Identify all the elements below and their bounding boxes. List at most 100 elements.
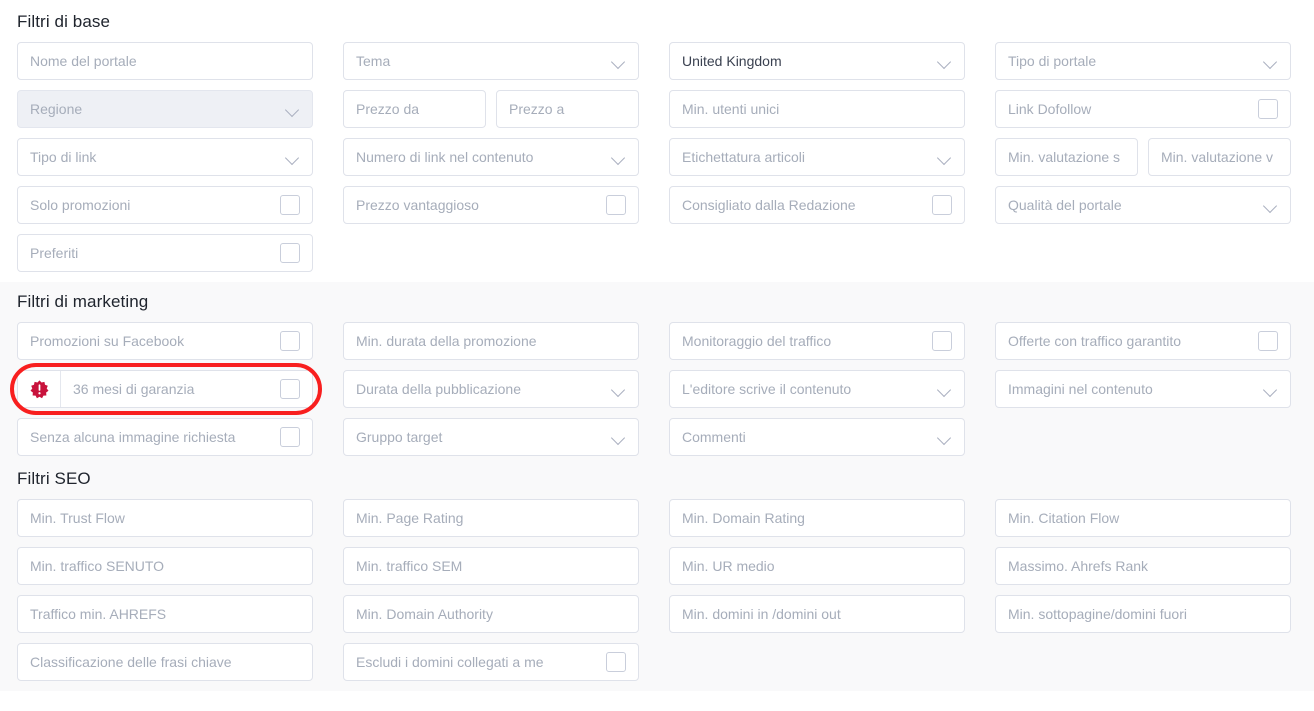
select-regione[interactable]: Regione <box>17 90 313 128</box>
input-min-traffico-senuto[interactable]: Min. traffico SENUTO <box>17 547 313 585</box>
checkbox[interactable] <box>932 195 952 215</box>
select-tipo-di-portale[interactable]: Tipo di portale <box>995 42 1291 80</box>
select-numero-di-link-nel-contenuto[interactable]: Numero di link nel contenuto <box>343 138 639 176</box>
checkbox[interactable] <box>932 331 952 351</box>
input-classificazione-delle-frasi-chiave[interactable]: Classificazione delle frasi chiave <box>17 643 313 681</box>
select-immagini-nel-contenuto[interactable]: Immagini nel contenuto <box>995 370 1291 408</box>
warning-badge-icon <box>29 379 49 398</box>
field-label: Massimo. Ahrefs Rank <box>1008 558 1149 574</box>
filter-cell-nome-del-portale: Nome del portale <box>17 42 313 80</box>
filter-cell-min-valutazione-s: Min. valutazione s Min. valutazione v <box>995 138 1291 176</box>
field-label: Min. sottopagine/domini fuori <box>1008 606 1187 622</box>
input-min-traffico-sem[interactable]: Min. traffico SEM <box>343 547 639 585</box>
input-min-durata-della-promozione[interactable]: Min. durata della promozione <box>343 322 639 360</box>
checkbox-field-preferiti[interactable]: Preferiti <box>17 234 313 272</box>
section-seo: Filtri SEO Min. Trust Flow Min. Page Ratin… <box>0 466 1314 691</box>
filter-cell-immagini-nel-contenuto: Immagini nel contenuto <box>995 370 1291 408</box>
filter-cell-promozioni-su-facebook: Promozioni su Facebook <box>17 322 313 360</box>
input-min-domain-authority[interactable]: Min. Domain Authority <box>343 595 639 633</box>
filter-cell-traffico-min-ahrefs: Traffico min. AHREFS <box>17 595 313 633</box>
checkbox-field-link-dofollow[interactable]: Link Dofollow <box>995 90 1291 128</box>
input-min-ur-medio[interactable]: Min. UR medio <box>669 547 965 585</box>
field-label: Offerte con traffico garantito <box>1008 333 1182 349</box>
input-min-page-rating[interactable]: Min. Page Rating <box>343 499 639 537</box>
checkbox[interactable] <box>280 195 300 215</box>
filter-cell-min-citation-flow: Min. Citation Flow <box>995 499 1291 537</box>
select-tipo-di-link[interactable]: Tipo di link <box>17 138 313 176</box>
field-label: Classificazione delle frasi chiave <box>30 654 232 670</box>
field-label: Gruppo target <box>356 429 443 445</box>
select-commenti[interactable]: Commenti <box>669 418 965 456</box>
chevron-down-icon <box>286 150 300 164</box>
filter-cell-min-durata-della-promozione: Min. durata della promozione <box>343 322 639 360</box>
checkbox[interactable] <box>280 427 300 447</box>
filter-cell-numero-di-link-nel-contenuto: Numero di link nel contenuto <box>343 138 639 176</box>
checkbox[interactable] <box>280 379 300 399</box>
field-label: Tipo di portale <box>1008 53 1097 69</box>
input-min-citation-flow[interactable]: Min. Citation Flow <box>995 499 1291 537</box>
checkbox-field-escludi-i-domini-collegati-a-me[interactable]: Escludi i domini collegati a me <box>343 643 639 681</box>
checkbox[interactable] <box>280 243 300 263</box>
input-min-trust-flow[interactable]: Min. Trust Flow <box>17 499 313 537</box>
section-marketing: Filtri di marketing Promozioni su Faceboo… <box>0 282 1314 466</box>
field-label: Monitoraggio del traffico <box>682 333 832 349</box>
field-label: Min. Domain Authority <box>356 606 493 622</box>
badge-slot <box>18 371 61 407</box>
field-label: Min. utenti unici <box>682 101 780 117</box>
checkbox-field-prezzo-vantaggioso[interactable]: Prezzo vantaggioso <box>343 186 639 224</box>
chevron-down-icon <box>1264 382 1278 396</box>
chevron-down-icon <box>612 54 626 68</box>
input-min-domini-in-domini-out[interactable]: Min. domini in /domini out <box>669 595 965 633</box>
filter-cell-prezzo-da: Prezzo da Prezzo a <box>343 90 639 128</box>
filter-cell-min-domain-rating: Min. Domain Rating <box>669 499 965 537</box>
select-tema[interactable]: Tema <box>343 42 639 80</box>
filter-cell-etichettatura-articoli: Etichettatura articoli <box>669 138 965 176</box>
checkbox[interactable] <box>1258 331 1278 351</box>
checkbox-field-36-mesi-di-garanzia[interactable]: 36 mesi di garanzia <box>17 370 313 408</box>
field-label: Min. valutazione s <box>1008 149 1121 165</box>
field-label: Min. durata della promozione <box>356 333 537 349</box>
input-min-valutazione-s[interactable]: Min. valutazione s <box>995 138 1138 176</box>
field-label: Durata della pubblicazione <box>356 381 521 397</box>
field-label: Numero di link nel contenuto <box>356 149 534 165</box>
checkbox[interactable] <box>280 331 300 351</box>
select-l-editore-scrive-il-contenuto[interactable]: L'editore scrive il contenuto <box>669 370 965 408</box>
checkbox-field-offerte-con-traffico-garantito[interactable]: Offerte con traffico garantito <box>995 322 1291 360</box>
input-traffico-min-ahrefs[interactable]: Traffico min. AHREFS <box>17 595 313 633</box>
select-united-kingdom[interactable]: United Kingdom <box>669 42 965 80</box>
checkbox-field-consigliato-dalla-redazione[interactable]: Consigliato dalla Redazione <box>669 186 965 224</box>
input-min-utenti-unici[interactable]: Min. utenti unici <box>669 90 965 128</box>
field-label: Min. Domain Rating <box>682 510 805 526</box>
field-label: Promozioni su Facebook <box>30 333 185 349</box>
checkbox-field-senza-alcuna-immagine-richiesta[interactable]: Senza alcuna immagine richiesta <box>17 418 313 456</box>
checkbox[interactable] <box>1258 99 1278 119</box>
filter-cell-monitoraggio-del-traffico: Monitoraggio del traffico <box>669 322 965 360</box>
section-title-base: Filtri di base <box>17 12 111 31</box>
field-label: Prezzo da <box>356 101 420 117</box>
input-prezzo-a[interactable]: Prezzo a <box>496 90 639 128</box>
input-prezzo-da[interactable]: Prezzo da <box>343 90 486 128</box>
field-label: Min. domini in /domini out <box>682 606 841 622</box>
select-gruppo-target[interactable]: Gruppo target <box>343 418 639 456</box>
checkbox-field-solo-promozioni[interactable]: Solo promozioni <box>17 186 313 224</box>
select-etichettatura-articoli[interactable]: Etichettatura articoli <box>669 138 965 176</box>
filter-cell-commenti: Commenti <box>669 418 965 456</box>
select-qualit-del-portale[interactable]: Qualità del portale <box>995 186 1291 224</box>
checkbox-field-promozioni-su-facebook[interactable]: Promozioni su Facebook <box>17 322 313 360</box>
field-label: Link Dofollow <box>1008 101 1092 117</box>
filter-cell-consigliato-dalla-redazione: Consigliato dalla Redazione <box>669 186 965 224</box>
split-field-group: Prezzo da Prezzo a <box>343 90 639 128</box>
filter-cell-massimo-ahrefs-rank: Massimo. Ahrefs Rank <box>995 547 1291 585</box>
filter-cell-link-dofollow: Link Dofollow <box>995 90 1291 128</box>
input-massimo-ahrefs-rank[interactable]: Massimo. Ahrefs Rank <box>995 547 1291 585</box>
input-min-sottopagine-domini-fuori[interactable]: Min. sottopagine/domini fuori <box>995 595 1291 633</box>
checkbox[interactable] <box>606 652 626 672</box>
checkbox-field-monitoraggio-del-traffico[interactable]: Monitoraggio del traffico <box>669 322 965 360</box>
chevron-down-icon <box>1264 54 1278 68</box>
input-nome-del-portale[interactable]: Nome del portale <box>17 42 313 80</box>
input-min-valutazione-v[interactable]: Min. valutazione v <box>1148 138 1291 176</box>
filter-cell-durata-della-pubblicazione: Durata della pubblicazione <box>343 370 639 408</box>
checkbox[interactable] <box>606 195 626 215</box>
select-durata-della-pubblicazione[interactable]: Durata della pubblicazione <box>343 370 639 408</box>
input-min-domain-rating[interactable]: Min. Domain Rating <box>669 499 965 537</box>
